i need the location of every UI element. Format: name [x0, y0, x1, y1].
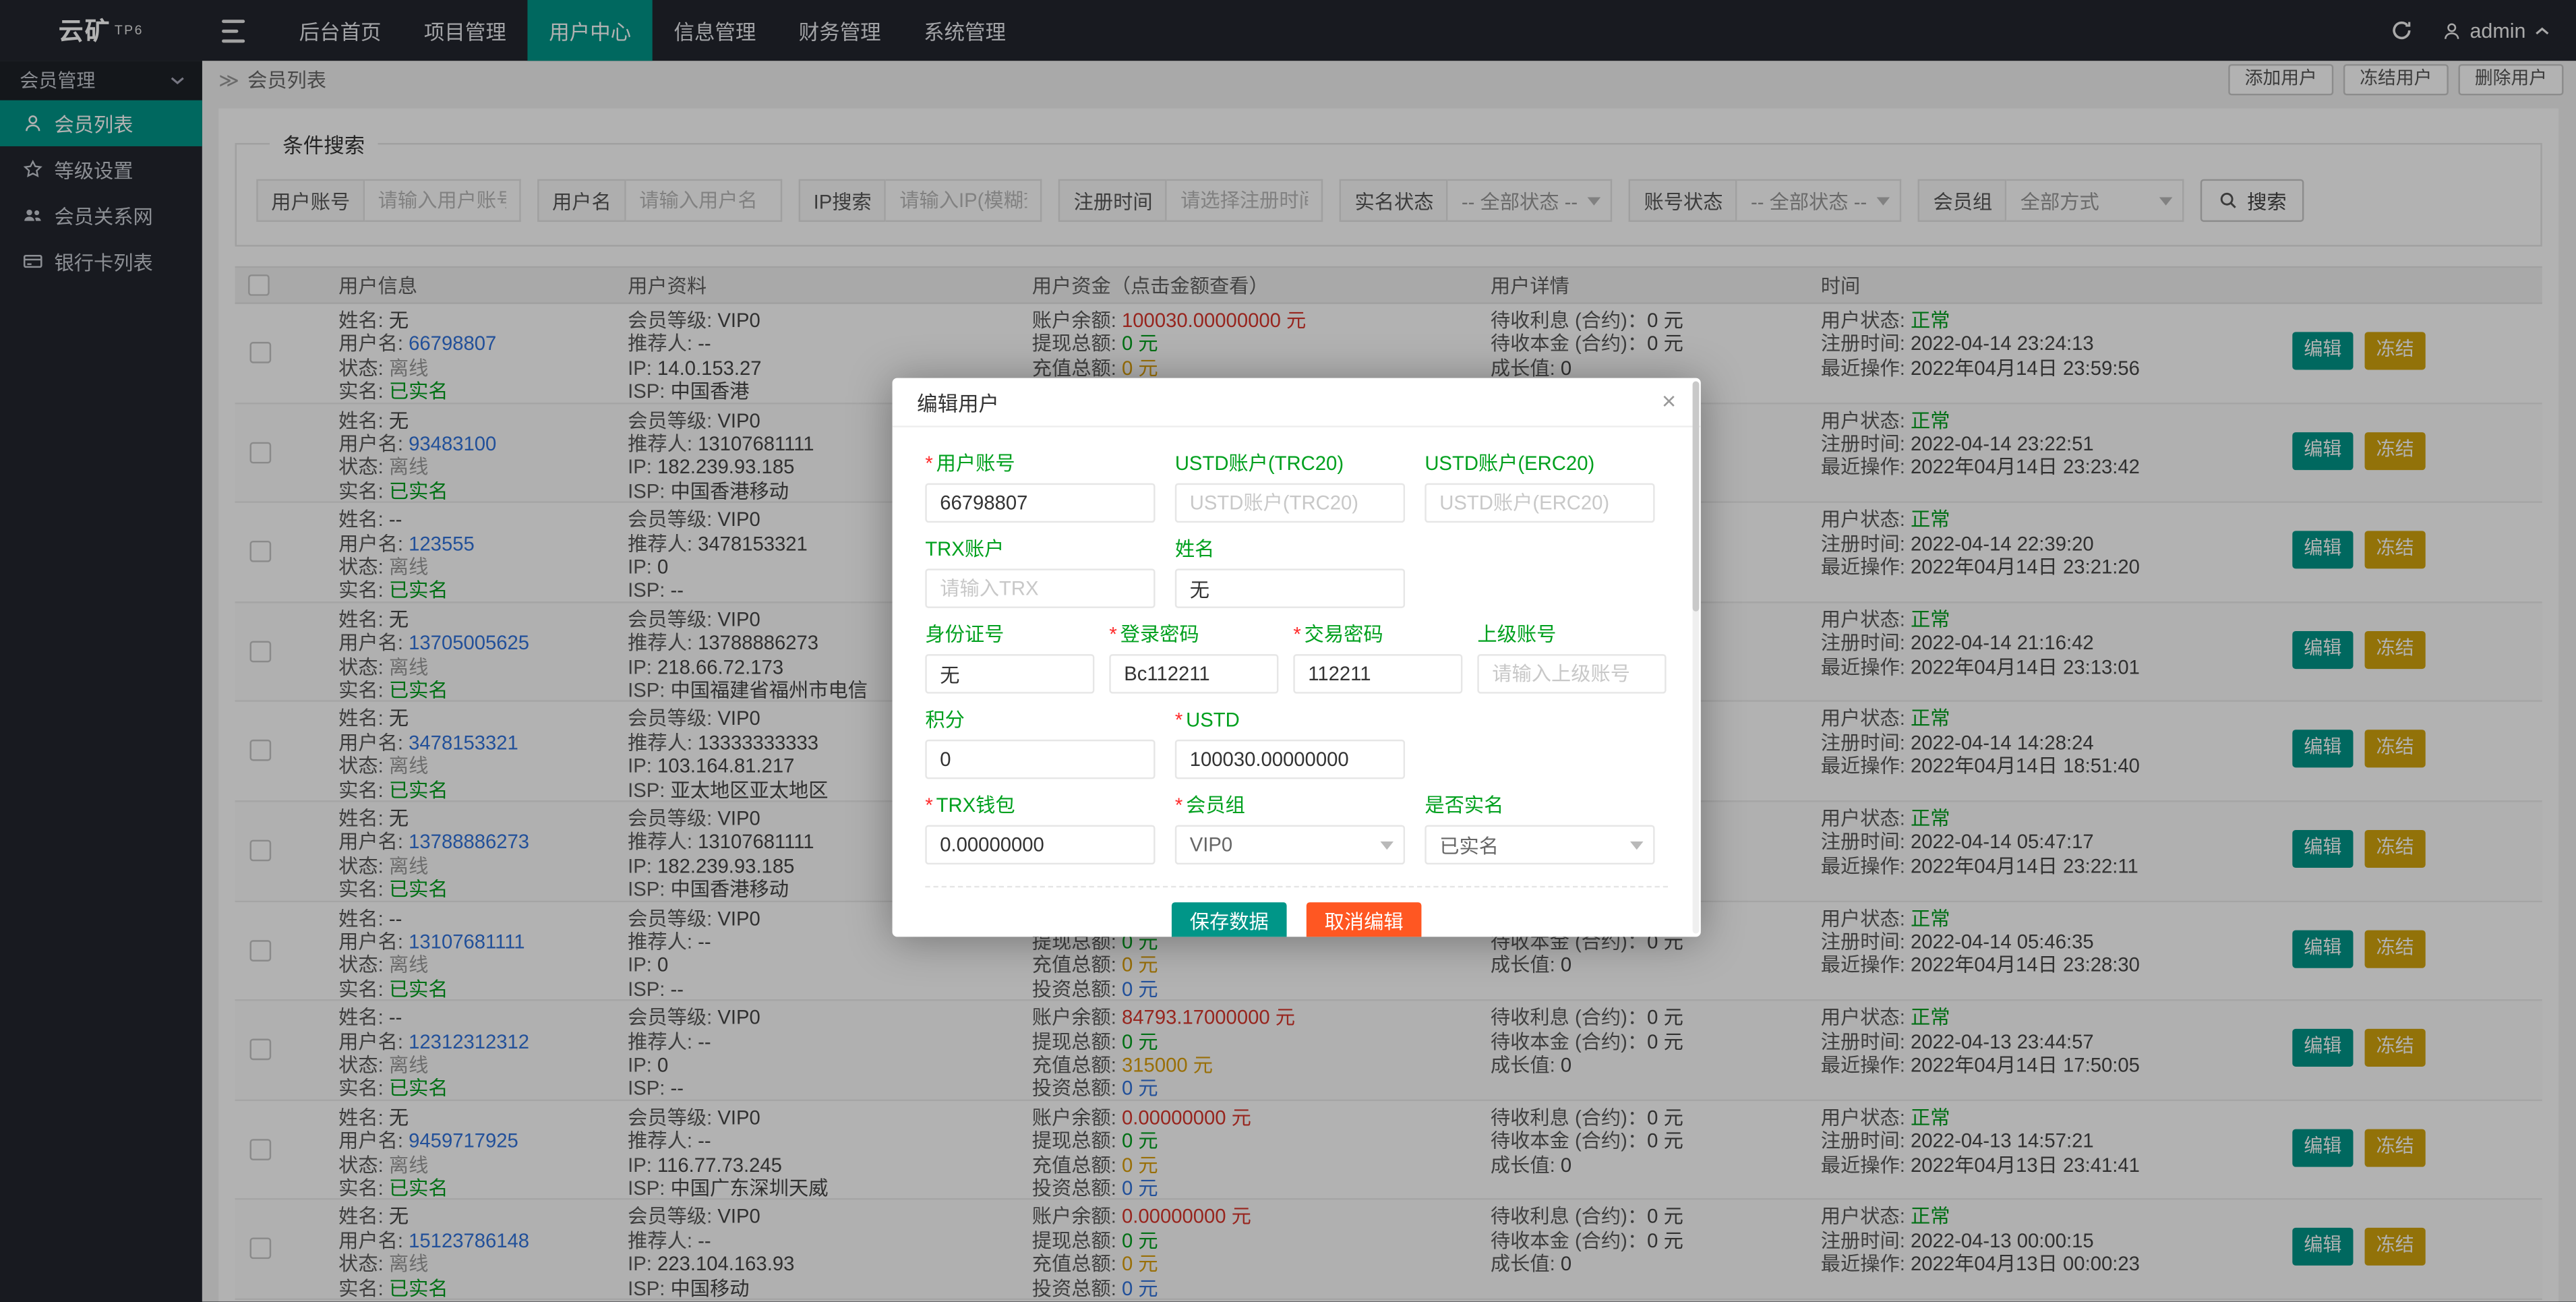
- modal-field-label-text: 用户账号: [936, 452, 1015, 475]
- modal-field-label-text: USTD: [1186, 708, 1240, 732]
- modal-field-label-text: 上级账号: [1477, 622, 1557, 646]
- required-star: *: [1174, 794, 1183, 817]
- modal-field-label: * 登录密码: [1109, 623, 1278, 646]
- modal-field: * 交易密码: [1293, 623, 1463, 694]
- modal-input[interactable]: [1425, 483, 1655, 523]
- modal-field: * USTD: [1174, 709, 1406, 779]
- cancel-button[interactable]: 取消编辑: [1306, 902, 1422, 937]
- modal-field-label: * 交易密码: [1293, 623, 1462, 646]
- modal-field-label-text: 交易密码: [1304, 622, 1383, 646]
- modal-title: 编辑用户: [917, 392, 1000, 416]
- modal-input[interactable]: [925, 825, 1156, 865]
- modal-form-row: 身份证号*登录密码*交易密码上级账号: [925, 623, 1668, 694]
- required-star: *: [1174, 708, 1183, 732]
- modal-input[interactable]: [925, 483, 1156, 523]
- modal-field-label-text: USTD账户(TRC20): [1174, 452, 1344, 475]
- edit-user-modal: 编辑用户 × *用户账号USTD账户(TRC20)USTD账户(ERC20)TR…: [892, 378, 1701, 937]
- modal-header: 编辑用户 ×: [892, 378, 1701, 427]
- modal-input[interactable]: [1109, 654, 1279, 694]
- modal-body: *用户账号USTD账户(TRC20)USTD账户(ERC20)TRX账户姓名身份…: [893, 427, 1701, 937]
- modal-field-label: 身份证号: [925, 623, 1094, 646]
- modal-input[interactable]: [1174, 739, 1406, 779]
- modal-field-label-text: 姓名: [1174, 537, 1215, 561]
- modal-field: TRX账户: [925, 537, 1156, 608]
- modal-select-value: 已实名: [1439, 834, 1499, 858]
- modal-form-row: TRX账户 姓名: [925, 537, 1668, 608]
- modal-field-label-text: USTD账户(ERC20): [1425, 452, 1595, 475]
- modal-select-value: VIP0: [1189, 833, 1233, 856]
- modal-field-label: USTD账户(ERC20): [1425, 452, 1654, 475]
- modal-field: 姓名: [1174, 537, 1406, 608]
- modal-field: 上级账号: [1477, 623, 1667, 694]
- modal-input[interactable]: [1174, 568, 1406, 608]
- modal-field: * 用户账号: [925, 452, 1156, 523]
- modal-field-label: * 用户账号: [925, 452, 1155, 475]
- modal-input[interactable]: [1293, 654, 1463, 694]
- modal-input[interactable]: [925, 568, 1156, 608]
- modal-field-label-text: TRX账户: [925, 537, 1005, 561]
- page: 云矿 TP6 后台首页 项目管理 用户中心 信息管理 财务管理 系统管理 admin 会员管…: [0, 0, 2576, 1302]
- close-icon[interactable]: ×: [1662, 390, 1676, 415]
- modal-field-label-text: 身份证号: [925, 622, 1005, 646]
- modal-input[interactable]: [925, 654, 1095, 694]
- modal-field-label-text: 登录密码: [1120, 622, 1199, 646]
- modal-field: 积分: [925, 709, 1156, 779]
- modal-scrollbar[interactable]: [1692, 381, 1700, 934]
- modal-form-row: 积分 *USTD: [925, 709, 1668, 779]
- modal-input[interactable]: [1477, 654, 1667, 694]
- modal-form-row: *用户账号 USTD账户(TRC20) USTD账户(ERC20): [925, 452, 1668, 523]
- modal-field-label: 积分: [925, 709, 1155, 732]
- modal-select[interactable]: VIP0: [1174, 825, 1406, 865]
- modal-select[interactable]: 已实名: [1425, 825, 1655, 865]
- save-button[interactable]: 保存数据: [1171, 902, 1287, 937]
- required-star: *: [1109, 622, 1117, 646]
- modal-input[interactable]: [925, 739, 1156, 779]
- modal-field-label: * USTD: [1175, 709, 1405, 732]
- modal-field-label: USTD账户(TRC20): [1175, 452, 1405, 475]
- modal-field: * TRX钱包: [925, 794, 1156, 865]
- modal-scrollbar-thumb[interactable]: [1692, 381, 1700, 612]
- required-star: *: [925, 452, 933, 475]
- required-star: *: [1293, 622, 1301, 646]
- required-star: *: [925, 794, 933, 817]
- modal-field: USTD账户(ERC20): [1425, 452, 1655, 523]
- modal-field-label: * 会员组: [1175, 794, 1405, 817]
- modal-field-label: 上级账号: [1477, 623, 1666, 646]
- modal-field: USTD账户(TRC20): [1174, 452, 1406, 523]
- modal-form-row: *TRX钱包*会员组VIP0是否实名已实名: [925, 794, 1668, 865]
- modal-field-label: TRX账户: [925, 537, 1155, 560]
- modal-input[interactable]: [1174, 483, 1406, 523]
- chevron-down-icon: [1630, 840, 1644, 849]
- modal-field-label: 姓名: [1175, 537, 1405, 560]
- modal-field: 身份证号: [925, 623, 1095, 694]
- modal-field-label-text: TRX钱包: [936, 794, 1015, 817]
- chevron-down-icon: [1380, 840, 1394, 849]
- modal-field: 是否实名已实名: [1425, 794, 1655, 865]
- modal-field-label-text: 会员组: [1186, 794, 1245, 817]
- modal-field-label-text: 积分: [925, 708, 965, 732]
- modal-field: * 会员组 VIP0: [1174, 794, 1406, 865]
- modal-field-label: 是否实名: [1425, 794, 1654, 817]
- modal-field-label: * TRX钱包: [925, 794, 1155, 817]
- modal-field: * 登录密码: [1109, 623, 1279, 694]
- modal-footer: 保存数据 取消编辑: [925, 885, 1669, 937]
- modal-field-label-text: 是否实名: [1425, 794, 1504, 817]
